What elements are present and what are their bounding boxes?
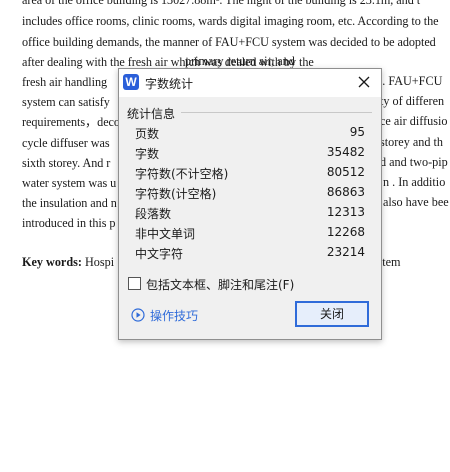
stat-value: 12268: [326, 225, 365, 239]
keywords-text: Hospi: [84, 255, 115, 269]
doc-fragment: storey and th: [380, 135, 443, 149]
stat-value: 80512: [326, 165, 365, 179]
stat-label: 页数: [135, 127, 160, 141]
stat-value: 35482: [326, 145, 365, 159]
stat-label: 字符数(不计空格): [135, 167, 229, 181]
close-button[interactable]: [353, 73, 375, 93]
stat-label: 字符数(计空格): [135, 187, 217, 201]
doc-line: area of the office building is 13027.88m…: [22, 0, 421, 7]
close-icon: [358, 76, 370, 88]
stat-label: 非中文单词: [135, 227, 196, 241]
doc-fragment: also have bee: [383, 195, 449, 209]
keywords-label: Key words:: [22, 255, 82, 269]
doc-fragment: ce air diffusio: [380, 114, 448, 128]
stat-label: 段落数: [135, 207, 172, 221]
include-textbox-footnotes-checkbox[interactable]: [128, 277, 141, 290]
stat-row-chars-with-spaces: 字符数(计空格) 86863: [135, 185, 365, 205]
stat-row-words: 字数 35482: [135, 145, 365, 165]
stat-label: 中文字符: [135, 247, 184, 261]
stat-value: 12313: [326, 205, 365, 219]
stat-row-non-chinese-words: 非中文单词 12268: [135, 225, 365, 245]
stat-row-chinese-chars: 中文字符 23214: [135, 245, 365, 265]
dialog-titlebar[interactable]: W 字数统计: [119, 69, 381, 97]
doc-line: includes office rooms, clinic rooms, war…: [22, 14, 439, 28]
doc-fragment: primary return air, and: [185, 54, 295, 68]
doc-fragment: ty of differen: [380, 94, 445, 108]
group-divider: [181, 112, 372, 113]
word-count-dialog: W 字数统计 统计信息 页数 95 字数 35482 字符数(不计空格) 805…: [118, 68, 382, 340]
tips-link[interactable]: 操作技巧: [150, 307, 198, 324]
stat-label: 字数: [135, 147, 160, 161]
stat-row-paragraphs: 段落数 12313: [135, 205, 365, 225]
stat-value: 95: [349, 125, 365, 139]
wps-writer-icon: W: [123, 74, 139, 90]
stat-row-chars-no-spaces: 字符数(不计空格) 80512: [135, 165, 365, 185]
stats-group-label: 统计信息: [127, 107, 176, 121]
doc-fragment: d and two-pip: [380, 155, 448, 169]
checkbox-label[interactable]: 包括文本框、脚注和尾注(F): [146, 276, 294, 293]
doc-fragment: n . In additio: [383, 175, 446, 189]
stat-value: 86863: [326, 185, 365, 199]
stat-value: 23214: [326, 245, 365, 259]
keywords-line: Key words: Hospi: [22, 255, 114, 270]
doc-line: office building demands, the manner of F…: [22, 35, 436, 49]
dialog-title: 字数统计: [145, 77, 194, 91]
stat-row-pages: 页数 95: [135, 125, 365, 145]
close-dialog-button[interactable]: 关闭: [295, 301, 369, 327]
play-circle-icon[interactable]: [131, 308, 145, 322]
